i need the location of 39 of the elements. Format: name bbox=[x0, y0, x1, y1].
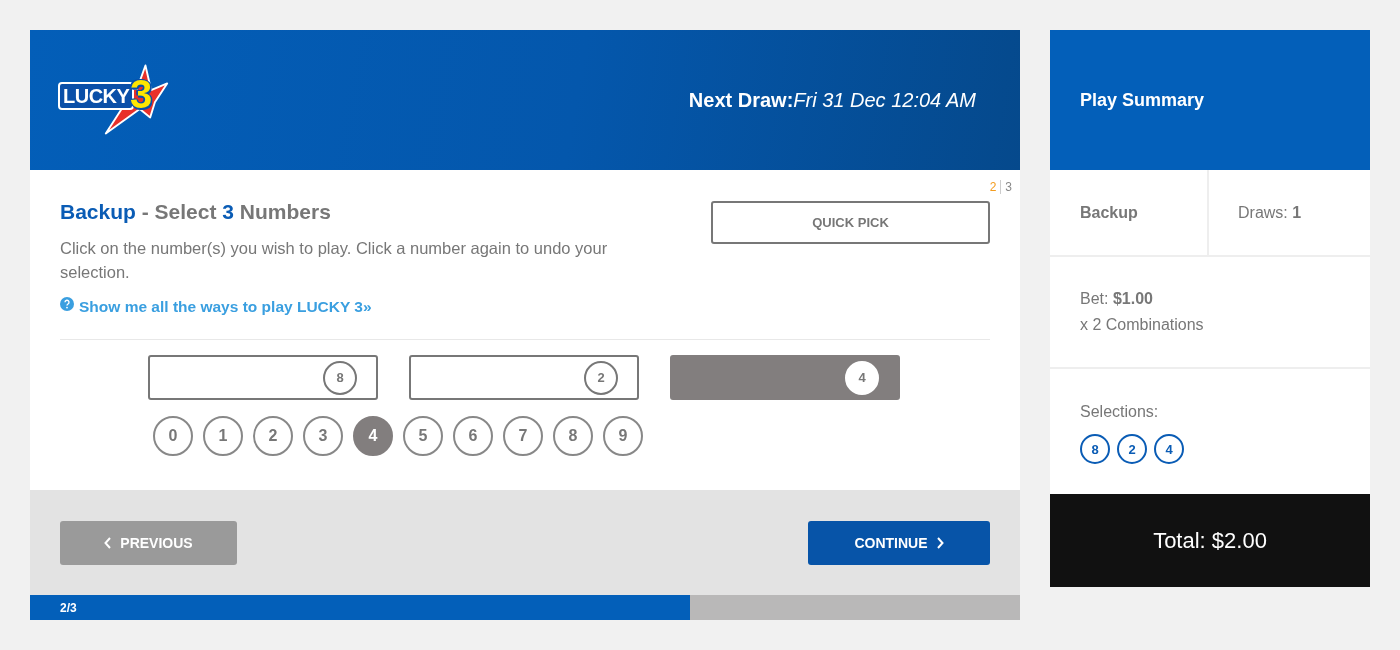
slot-number: 8 bbox=[323, 360, 357, 395]
number-ball[interactable]: 9 bbox=[603, 416, 643, 456]
help-link[interactable]: Show me all the ways to play LUCKY 3» bbox=[60, 295, 372, 319]
slot-number: 4 bbox=[845, 360, 879, 395]
help-icon bbox=[60, 297, 74, 311]
selection-slot[interactable]: 8 bbox=[148, 355, 378, 400]
quick-pick-button[interactable]: QUICK PICK bbox=[711, 201, 990, 244]
number-ball[interactable]: 6 bbox=[453, 416, 493, 456]
number-ball[interactable]: 7 bbox=[503, 416, 543, 456]
progress-label: 2/3 bbox=[59, 600, 77, 615]
selection-ball: 2 bbox=[1117, 434, 1147, 464]
selection-slot[interactable]: 4 bbox=[670, 355, 900, 400]
selection-slot[interactable]: 2 bbox=[409, 355, 639, 400]
number-ball[interactable]: 2 bbox=[253, 416, 293, 456]
next-draw-time: Fri 31 Dec 12:04 AM bbox=[793, 88, 976, 112]
number-ball[interactable]: 0 bbox=[153, 416, 193, 456]
draws-count: Draws: 1 bbox=[1238, 202, 1302, 223]
number-ball[interactable]: 5 bbox=[403, 416, 443, 456]
step-current: 2 bbox=[989, 179, 997, 194]
selection-ball: 4 bbox=[1154, 434, 1184, 464]
bet-amount: Bet: $1.00 bbox=[1080, 289, 1153, 309]
selections-label: Selections: bbox=[1080, 402, 1159, 422]
step-title: Backup - Select 3 Numbers bbox=[60, 200, 332, 224]
total-amount: Total: $2.00 bbox=[1153, 527, 1267, 554]
number-ball[interactable]: 3 bbox=[303, 416, 343, 456]
selection-ball: 8 bbox=[1080, 434, 1110, 464]
next-draw-label: Next Draw: bbox=[688, 88, 794, 112]
number-ball[interactable]: 1 bbox=[203, 416, 243, 456]
step-total: 3 bbox=[1005, 179, 1012, 194]
summary-title: Play Summary bbox=[1080, 89, 1205, 111]
slot-number: 2 bbox=[584, 360, 618, 395]
instructions-text: Click on the number(s) you wish to play. Click a number again to undo your selection. bbox=[60, 238, 609, 283]
continue-button[interactable]: CONTINUE bbox=[808, 520, 990, 565]
number-ball[interactable]: 4 bbox=[353, 416, 393, 456]
summary-game: Backup bbox=[1080, 203, 1138, 222]
chevron-left-icon bbox=[104, 536, 112, 549]
number-ball[interactable]: 8 bbox=[553, 416, 593, 456]
combinations-text: x 2 Combinations bbox=[1080, 315, 1204, 335]
chevron-right-icon bbox=[936, 536, 944, 549]
